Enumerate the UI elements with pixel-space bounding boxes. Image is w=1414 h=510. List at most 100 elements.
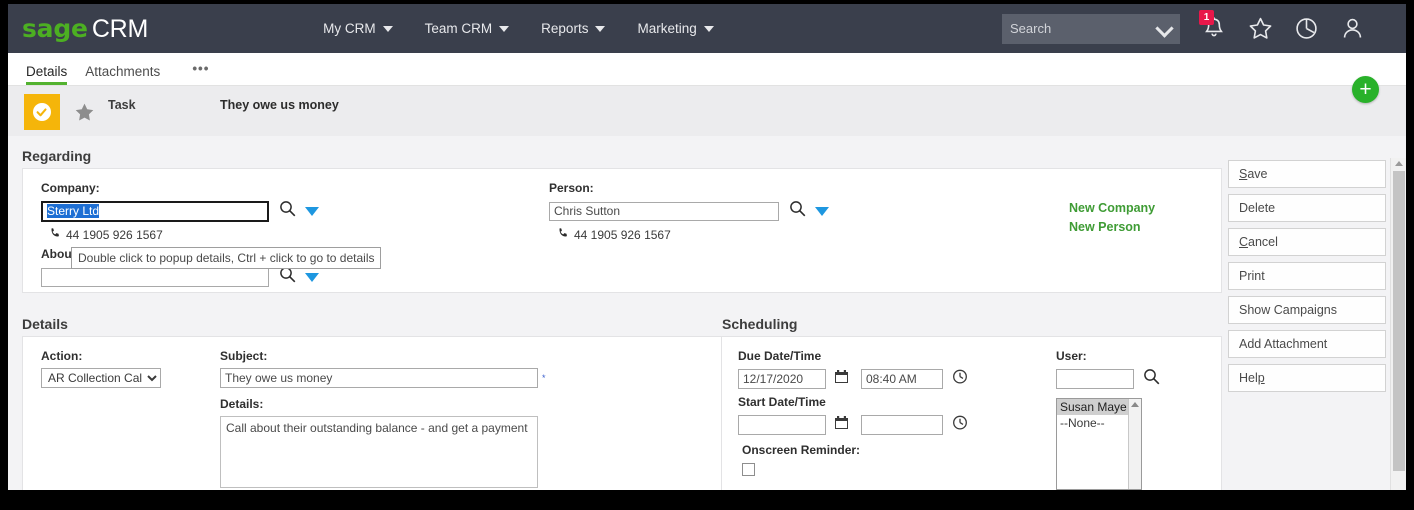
delete-button[interactable]: Delete [1228, 194, 1386, 222]
user-profile-icon[interactable] [1340, 16, 1364, 42]
person-search-icon[interactable] [789, 200, 806, 222]
person-input-value: Chris Sutton [554, 204, 621, 218]
start-time-input[interactable] [861, 414, 943, 435]
regarding-panel: Company: Sterry Ltd 44 1905 926 1567 Dou… [22, 168, 1222, 293]
listbox-scrollbar[interactable] [1128, 399, 1141, 489]
due-time-input[interactable]: 08:40 AM [861, 368, 943, 389]
subject-input[interactable]: They owe us money [220, 368, 538, 388]
user-listbox[interactable]: Susan Maye --None-- [1056, 398, 1142, 490]
chevron-down-icon [703, 25, 714, 32]
tab-overflow-menu[interactable]: ••• [192, 61, 209, 85]
action-button-column: Save Delete Cancel Print Show Campaigns … [1228, 160, 1388, 398]
start-date-input[interactable] [738, 414, 826, 435]
due-date-input[interactable]: 12/17/2020 [738, 368, 826, 389]
nav-item-marketing[interactable]: Marketing [637, 21, 714, 36]
person-field-group: Person: Chris Sutton 44 1905 926 1567 [549, 181, 829, 242]
company-field-group: Company: Sterry Ltd 44 1905 926 1567 [41, 181, 319, 242]
due-datetime-label: Due Date/Time [738, 349, 822, 363]
user-search-icon[interactable] [1143, 368, 1160, 390]
nav-item-reports[interactable]: Reports [541, 21, 606, 36]
user-field-group: User: Susan Maye --None-- [1056, 349, 1160, 490]
new-company-link[interactable]: New Company [1069, 201, 1155, 215]
help-button[interactable]: Help [1228, 364, 1386, 392]
add-new-button[interactable]: + [1352, 76, 1379, 103]
notes-label: Details: [220, 397, 264, 411]
company-input[interactable]: Sterry Ltd [41, 200, 269, 222]
action-select[interactable]: AR Collection Call [41, 368, 161, 388]
notes-textarea[interactable]: Call about their outstanding balance - a… [220, 416, 538, 488]
reminder-checkbox[interactable] [742, 463, 755, 476]
cancel-button[interactable]: Cancel [1228, 228, 1386, 256]
required-marker: * [542, 373, 546, 383]
tab-attachments[interactable]: Attachments [85, 64, 160, 85]
entity-tab-bar: Details Attachments ••• [8, 53, 1406, 86]
company-search-icon[interactable] [279, 200, 296, 222]
about-search-icon[interactable] [279, 266, 296, 288]
chevron-down-icon [499, 25, 510, 32]
header-tools: Search 1 [1002, 9, 1386, 44]
details-panel: Action: AR Collection Call Subject: They… [22, 336, 722, 490]
notification-count-badge: 1 [1199, 9, 1214, 25]
person-input[interactable]: Chris Sutton [549, 201, 779, 221]
due-time-value: 08:40 AM [866, 371, 917, 386]
form-body: Regarding Company: Sterry Ltd 44 1905 92… [8, 136, 1406, 490]
print-button[interactable]: Print [1228, 262, 1386, 290]
show-campaigns-button[interactable]: Show Campaigns [1228, 296, 1386, 324]
add-attachment-button[interactable]: Add Attachment [1228, 330, 1386, 358]
calendar-icon[interactable] [834, 415, 849, 435]
details-section-title: Details [22, 316, 68, 332]
calendar-icon[interactable] [834, 369, 849, 389]
new-record-links: New Company New Person [1069, 201, 1155, 234]
save-button-rest: ave [1247, 167, 1268, 181]
page-scrollbar[interactable] [1390, 158, 1406, 490]
chevron-down-icon [595, 25, 606, 32]
logo-sage-text: sage [22, 13, 88, 43]
nav-item-marketing-label: Marketing [637, 21, 697, 36]
record-summary-header: Task They owe us money [8, 86, 1406, 136]
nav-item-my-crm-label: My CRM [323, 21, 376, 36]
section-title-band: Details Scheduling [8, 304, 1208, 336]
star-icon[interactable] [74, 102, 95, 128]
subject-input-value: They owe us money [225, 371, 333, 385]
nav-item-my-crm[interactable]: My CRM [323, 21, 393, 36]
company-label: Company: [41, 181, 100, 195]
new-person-link[interactable]: New Person [1069, 220, 1155, 234]
about-dropdown-icon[interactable] [305, 272, 319, 282]
scheduling-section-title: Scheduling [722, 316, 798, 332]
about-input[interactable] [41, 267, 269, 287]
main-menu: My CRM Team CRM Reports Marketing [323, 21, 746, 36]
clock-icon[interactable] [952, 414, 968, 435]
company-phone-value: 44 1905 926 1567 [66, 227, 163, 242]
clock-icon[interactable] [952, 368, 968, 389]
subject-field-group: Subject: They owe us money * Details: Ca… [220, 349, 546, 488]
save-button[interactable]: Save [1228, 160, 1386, 188]
scroll-up-icon[interactable] [1131, 402, 1139, 407]
chevron-down-icon[interactable] [1155, 18, 1174, 38]
user-input[interactable] [1056, 369, 1134, 389]
nav-item-team-crm[interactable]: Team CRM [425, 21, 510, 36]
check-circle-icon[interactable] [24, 94, 60, 130]
scheduling-panel: Due Date/Time 12/17/2020 08:40 AM Start … [722, 336, 1222, 490]
phone-icon [49, 227, 61, 242]
start-datetime-group: Start Date/Time [738, 395, 968, 435]
subject-label: Subject: [220, 349, 268, 363]
scroll-up-icon[interactable] [1395, 161, 1403, 166]
action-field-group: Action: AR Collection Call [41, 349, 161, 388]
nav-item-reports-label: Reports [541, 21, 589, 36]
tab-details[interactable]: Details [26, 64, 68, 85]
person-dropdown-icon[interactable] [815, 206, 829, 216]
help-button-start: Hel [1239, 371, 1258, 385]
scrollbar-thumb[interactable] [1393, 171, 1405, 471]
search-input[interactable]: Search [1002, 13, 1180, 44]
record-type-label: Task [108, 98, 136, 112]
favorite-star-icon[interactable] [1248, 16, 1272, 42]
reminder-label: Onscreen Reminder: [742, 443, 861, 457]
app-logo[interactable]: sage CRM [22, 14, 148, 44]
chevron-down-icon [382, 25, 393, 32]
notification-bell-icon[interactable]: 1 [1199, 9, 1226, 42]
company-dropdown-icon[interactable] [305, 206, 319, 216]
recent-history-icon[interactable] [1294, 16, 1318, 42]
top-navigation-bar: sage CRM My CRM Team CRM Reports Marketin… [8, 4, 1406, 53]
app-window: sage CRM My CRM Team CRM Reports Marketin… [0, 0, 1414, 510]
logo-crm-text: CRM [91, 14, 149, 43]
